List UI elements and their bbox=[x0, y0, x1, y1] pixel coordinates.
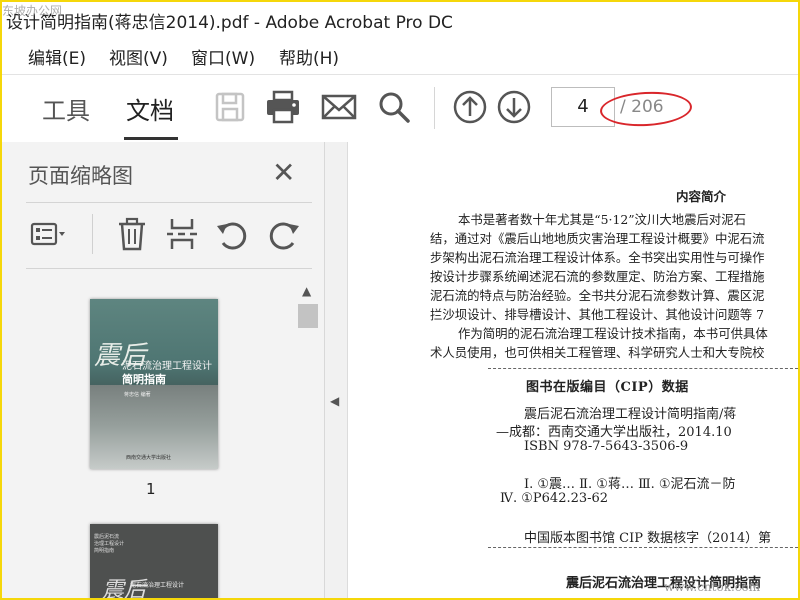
menu-view[interactable]: 视图(V) bbox=[109, 44, 168, 69]
cip-line: 震后泥石流治理工程设计简明指南/蒋 bbox=[524, 407, 737, 422]
intro-line: 泥石流的特点与防治经验。全书共分泥石流参数计算、震区泥 bbox=[430, 288, 765, 303]
title-bar: 设计简明指南(蒋忠信2014).pdf - Adobe Acrobat Pro … bbox=[2, 2, 798, 38]
delete-icon[interactable] bbox=[114, 216, 150, 252]
panel-tool-separator bbox=[92, 214, 93, 254]
search-icon[interactable] bbox=[376, 89, 412, 125]
document-view[interactable]: 内容简介 本书是著者数十年尤其是“5·12”汶川大地震后对泥石 结，通过对《震后… bbox=[348, 142, 798, 598]
rotate-left-icon[interactable] bbox=[214, 216, 250, 252]
tab-document[interactable]: 文档 bbox=[126, 91, 174, 126]
cip-line: 中国版本图书馆 CIP 数据核字（2014）第 bbox=[524, 531, 772, 546]
intro-line: 按设计步骤系统阐述泥石流的参数厘定、防治方案、工程措施 bbox=[430, 269, 765, 284]
dashed-rule bbox=[488, 547, 798, 548]
toolbar: 工具 文档 4 / 206 bbox=[2, 74, 798, 141]
scroll-up-icon[interactable]: ▲ bbox=[302, 284, 311, 298]
close-icon[interactable]: ✕ bbox=[272, 156, 295, 189]
tab-tools[interactable]: 工具 bbox=[42, 91, 90, 126]
menu-help[interactable]: 帮助(H) bbox=[279, 44, 339, 69]
active-tab-indicator bbox=[124, 137, 178, 140]
watermark-bottom: www.cntok.com bbox=[664, 580, 761, 594]
menu-bar: 编辑(E) 视图(V) 窗口(W) 帮助(H) bbox=[2, 40, 798, 70]
extract-icon[interactable] bbox=[164, 216, 200, 252]
intro-line: 术人员使用，也可供相关工程管理、科学研究人士和大专院校 bbox=[430, 345, 765, 360]
intro-line: 结，通过对《震后山地地质灾害治理工程设计概要》中泥石流 bbox=[430, 231, 765, 246]
cover-text-lines: 震后泥石流 治理工程设计 简明指南 bbox=[94, 534, 125, 554]
cip-line: —成都：西南交通大学出版社，2014.10 bbox=[496, 425, 732, 440]
page-options-icon[interactable] bbox=[30, 216, 66, 252]
page-thumbnails-panel: 页面缩略图 ✕ ▲ 震后 泥石流治理工程设计 简明指南 蒋忠信 编著 西南交通大… bbox=[2, 142, 325, 598]
cip-line: Ⅳ. ①P642.23-62 bbox=[500, 491, 609, 506]
cover-title: 泥石流治理工程设计 bbox=[130, 582, 185, 589]
intro-line: 步架构出泥石流治理工程设计体系。全书突出实用性与可操作 bbox=[430, 250, 765, 265]
menu-edit[interactable]: 编辑(E) bbox=[28, 44, 86, 69]
window-title: 设计简明指南(蒋忠信2014).pdf - Adobe Acrobat Pro … bbox=[6, 13, 453, 33]
intro-line: 作为简明的泥石流治理工程设计技术指南，本书可供具体 bbox=[458, 326, 768, 341]
collapse-arrow-icon[interactable]: ◀ bbox=[330, 394, 339, 408]
app-window: 设计简明指南(蒋忠信2014).pdf - Adobe Acrobat Pro … bbox=[0, 0, 800, 600]
cip-heading: 图书在版编目（CIP）数据 bbox=[526, 380, 689, 395]
pdf-page: 内容简介 本书是著者数十年尤其是“5·12”汶川大地震后对泥石 结，通过对《震后… bbox=[348, 142, 798, 598]
next-page-icon[interactable] bbox=[496, 89, 532, 125]
print-icon[interactable] bbox=[265, 89, 301, 125]
toolbar-separator bbox=[434, 87, 435, 129]
cover-publisher: 西南交通大学出版社 bbox=[126, 455, 172, 461]
thumbnail-scrollbar[interactable]: ▲ bbox=[298, 282, 318, 598]
thumbnail-label: 1 bbox=[146, 480, 156, 498]
dashed-rule bbox=[488, 368, 798, 369]
cover-title-line1: 泥石流治理工程设计 bbox=[122, 361, 212, 372]
cover-author: 蒋忠信 编著 bbox=[124, 392, 151, 398]
intro-line: 拦沙坝设计、排导槽设计、其他工程设计、其他设计问题等 7 bbox=[430, 307, 764, 322]
page-thumbnail-2[interactable]: 震后泥石流 治理工程设计 简明指南 震后 泥石流治理工程设计 bbox=[90, 524, 218, 598]
panel-title: 页面缩略图 bbox=[28, 164, 133, 188]
cip-line: ISBN 978-7-5643-3506-9 bbox=[524, 439, 689, 454]
rotate-right-icon[interactable] bbox=[266, 216, 302, 252]
panel-collapse-strip[interactable]: ◀ bbox=[325, 142, 348, 598]
scroll-thumb[interactable] bbox=[298, 304, 318, 328]
intro-line: 本书是著者数十年尤其是“5·12”汶川大地震后对泥石 bbox=[458, 212, 747, 227]
menu-window[interactable]: 窗口(W) bbox=[191, 44, 255, 69]
previous-page-icon[interactable] bbox=[452, 89, 488, 125]
intro-heading: 内容简介 bbox=[676, 189, 727, 204]
cip-line: Ⅰ. ①震… Ⅱ. ①蒋… Ⅲ. ①泥石流－防 bbox=[524, 477, 736, 492]
panel-divider bbox=[26, 202, 312, 203]
save-icon[interactable] bbox=[212, 89, 248, 125]
panel-divider bbox=[26, 268, 312, 269]
watermark-top: 东坡办公网 bbox=[2, 4, 63, 18]
cover-title-line2: 简明指南 bbox=[122, 373, 166, 386]
email-icon[interactable] bbox=[321, 89, 357, 125]
page-thumbnail-1[interactable]: 震后 泥石流治理工程设计 简明指南 蒋忠信 编著 西南交通大学出版社 bbox=[90, 299, 218, 469]
